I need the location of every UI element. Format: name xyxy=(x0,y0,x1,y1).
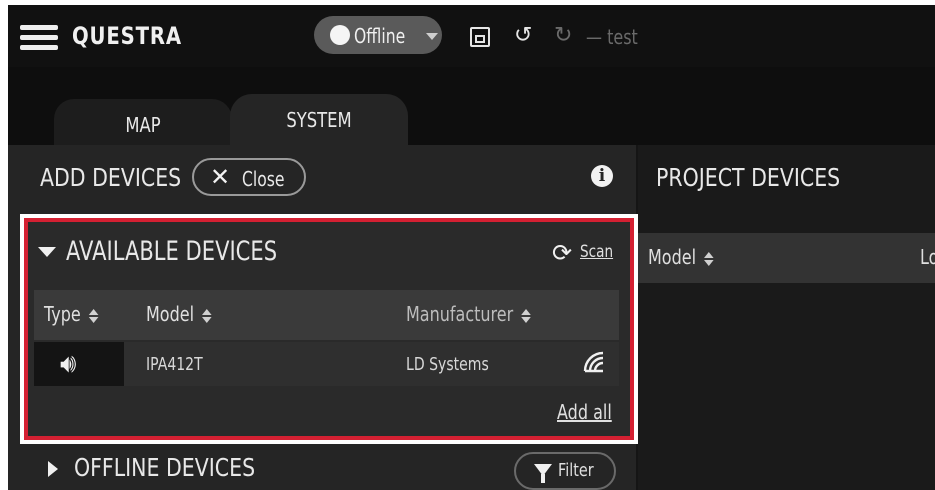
speaker-icon: 🔊︎ xyxy=(60,349,77,379)
undo-icon[interactable]: ↺ xyxy=(514,23,532,48)
add-all-link[interactable]: Add all xyxy=(557,400,612,424)
project-devices-panel: PROJECT DEVICES Model Lo xyxy=(638,145,935,490)
project-devices-table-header: Model Lo xyxy=(638,233,935,283)
redo-icon[interactable]: ↻ xyxy=(554,23,572,48)
offline-devices-header[interactable]: OFFLINE DEVICES Filter xyxy=(8,445,636,490)
scan-label: Scan xyxy=(580,242,614,262)
expand-triangle-icon[interactable] xyxy=(48,461,58,477)
tab-system-label: SYSTEM xyxy=(286,108,352,132)
sort-icon xyxy=(704,251,714,266)
tab-bar: MAP SYSTEM xyxy=(8,67,935,145)
available-devices-section: AVAILABLE DEVICES ⟳ Scan Type Model Manu… xyxy=(24,218,634,440)
add-devices-title: ADD DEVICES xyxy=(40,163,182,192)
column-header-type[interactable]: Type xyxy=(44,302,99,326)
close-button[interactable]: ✕ Close xyxy=(192,158,306,196)
manufacturer-cell: LD Systems xyxy=(406,354,489,375)
available-devices-title: AVAILABLE DEVICES xyxy=(66,236,278,267)
connection-status-dropdown[interactable]: Offline xyxy=(314,16,442,54)
status-toggle-dot xyxy=(330,25,350,45)
column-header-model[interactable]: Model xyxy=(648,245,714,269)
info-icon[interactable]: i xyxy=(591,165,613,187)
collapse-triangle-icon[interactable] xyxy=(38,247,56,257)
tab-map-label: MAP xyxy=(125,113,161,137)
column-header-manufacturer[interactable]: Manufacturer xyxy=(406,302,531,326)
add-devices-panel: ADD DEVICES ✕ Close i AVAILABLE DEVICES … xyxy=(8,145,638,490)
chevron-down-icon xyxy=(426,33,438,40)
filter-button[interactable]: Filter xyxy=(514,452,616,490)
column-header-location[interactable]: Lo xyxy=(920,245,935,269)
devices-table-header: Type Model Manufacturer xyxy=(34,290,619,340)
tab-system[interactable]: SYSTEM xyxy=(230,94,408,145)
type-cell: 🔊︎ xyxy=(34,342,124,386)
app-name: QUESTRA xyxy=(72,22,182,50)
sort-icon xyxy=(202,308,212,323)
network-connection-icon[interactable] xyxy=(582,350,606,374)
project-devices-title: PROJECT DEVICES xyxy=(656,163,841,192)
table-row[interactable]: 🔊︎ IPA412T LD Systems xyxy=(34,342,619,386)
close-icon: ✕ xyxy=(210,163,231,191)
tab-map[interactable]: MAP xyxy=(54,99,232,145)
top-bar: QUESTRA Offline ↺ ↻ — test xyxy=(8,5,935,67)
filter-icon xyxy=(534,464,552,483)
column-model-label: Model xyxy=(648,245,697,269)
refresh-icon: ⟳ xyxy=(552,239,573,267)
sort-icon xyxy=(88,308,99,323)
offline-devices-title: OFFLINE DEVICES xyxy=(74,453,256,482)
filter-label: Filter xyxy=(558,460,594,481)
save-icon[interactable] xyxy=(470,27,490,47)
status-label: Offline xyxy=(354,24,406,48)
column-manufacturer-label: Manufacturer xyxy=(406,302,514,326)
highlight-frame: AVAILABLE DEVICES ⟳ Scan Type Model Manu… xyxy=(20,214,638,444)
column-model-label: Model xyxy=(146,302,195,326)
project-name: — test xyxy=(586,25,638,49)
close-button-label: Close xyxy=(242,167,285,191)
model-cell: IPA412T xyxy=(146,354,203,375)
column-header-model[interactable]: Model xyxy=(146,302,212,326)
menu-icon[interactable] xyxy=(20,25,58,51)
column-type-label: Type xyxy=(44,302,81,326)
sort-icon xyxy=(521,308,531,323)
app-window: QUESTRA Offline ↺ ↻ — test MAP SYSTEM AD… xyxy=(8,5,935,490)
available-devices-header[interactable]: AVAILABLE DEVICES ⟳ Scan xyxy=(28,222,630,286)
